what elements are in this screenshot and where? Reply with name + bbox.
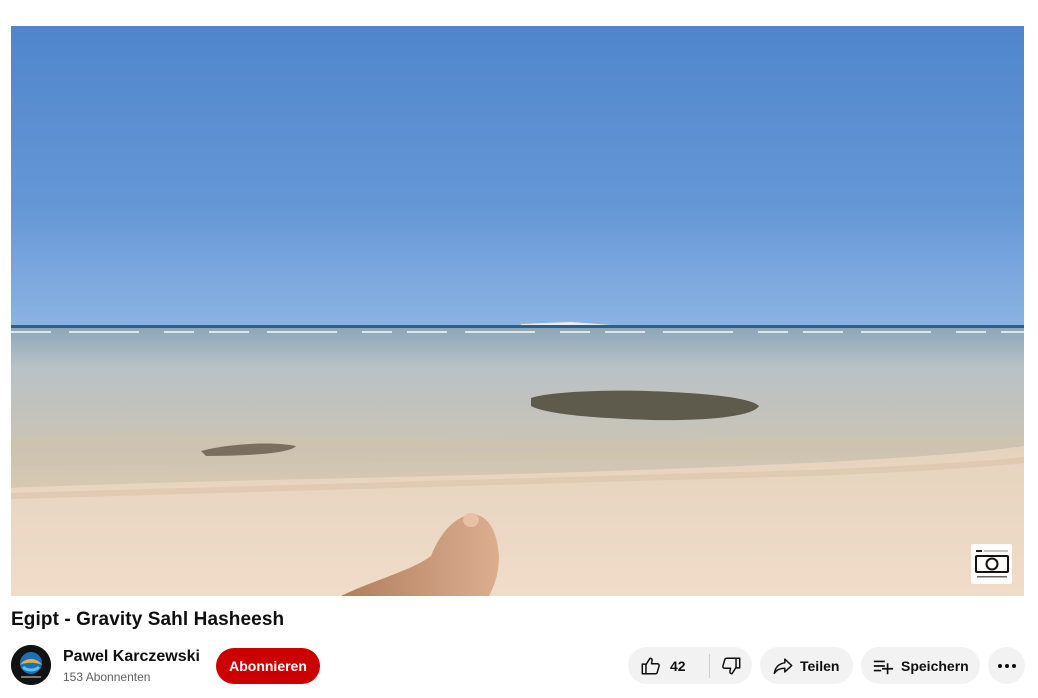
more-actions-button[interactable] — [988, 647, 1025, 684]
playlist-add-icon — [872, 655, 894, 677]
share-label: Teilen — [800, 657, 840, 674]
like-count: 42 — [670, 657, 686, 674]
photography-watermark-logo — [971, 544, 1012, 584]
save-button[interactable]: Speichern — [861, 647, 980, 684]
channel-avatar-logo — [11, 645, 51, 685]
video-frame-beach-scene — [11, 26, 1024, 596]
subscribe-button[interactable]: Abonnieren — [216, 648, 320, 684]
like-dislike-group: 42 — [628, 647, 752, 684]
thumbs-down-icon — [720, 655, 742, 677]
channel-name[interactable]: Pawel Karczewski — [63, 648, 200, 666]
dislike-button[interactable] — [710, 647, 752, 684]
subscriber-count: 153 Abonnenten — [63, 670, 151, 684]
thumbs-up-icon — [640, 655, 662, 677]
more-horizontal-icon — [997, 663, 1017, 669]
video-player[interactable] — [11, 26, 1024, 596]
video-title: Egipt - Gravity Sahl Hasheesh — [11, 609, 285, 630]
save-label: Speichern — [901, 657, 969, 674]
channel-avatar[interactable] — [11, 645, 51, 685]
share-arrow-icon — [772, 655, 794, 677]
like-button[interactable]: 42 — [628, 647, 709, 684]
share-button[interactable]: Teilen — [760, 647, 853, 684]
